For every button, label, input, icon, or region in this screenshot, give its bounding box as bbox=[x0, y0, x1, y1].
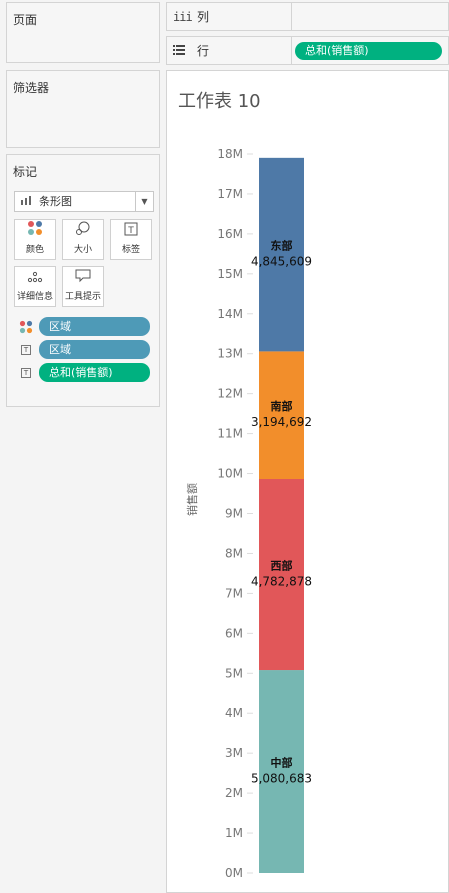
size-button-label: 大小 bbox=[73, 245, 92, 255]
tooltip-icon bbox=[63, 267, 103, 289]
pages-title: 页面 bbox=[13, 13, 38, 27]
bar-value-label: 4,782,878 bbox=[251, 575, 312, 589]
label-button-label: 标签 bbox=[121, 245, 140, 255]
y-tick-label: 6M bbox=[225, 626, 243, 640]
detail-icon bbox=[15, 267, 55, 289]
bar-region-label: 东部 bbox=[271, 239, 293, 253]
color-dots-icon bbox=[15, 220, 55, 242]
y-tick-label: 1M bbox=[225, 826, 243, 840]
y-tick-label: 17M bbox=[217, 187, 243, 201]
rows-label: 行 bbox=[197, 44, 210, 58]
y-tick-label: 11M bbox=[217, 427, 243, 441]
y-tick-label: 4M bbox=[225, 706, 243, 720]
columns-label: 列 bbox=[197, 10, 210, 24]
bar-chart-icon bbox=[21, 192, 33, 211]
y-tick-label: 16M bbox=[217, 227, 243, 241]
worksheet-view: 工作表 10 0M 1M 2M 3M 4M 5M 6M 7M 8M 9M 10M 11M 12M 13M 1… bbox=[166, 70, 449, 893]
columns-icon: iii bbox=[173, 9, 193, 24]
y-axis-label: 销售额 bbox=[185, 483, 199, 516]
y-tick-label: 14M bbox=[217, 307, 243, 321]
y-tick-label: 18M bbox=[217, 147, 243, 161]
encoding-label-row: T 总和(销售额) bbox=[19, 363, 155, 383]
encoding-color-row: 区域 bbox=[19, 317, 155, 337]
bar-chart: 0M 1M 2M 3M 4M 5M 6M 7M 8M 9M 10M 11M 12M 13M 14M 15M 16… bbox=[185, 147, 312, 880]
size-button[interactable]: 大小 bbox=[62, 219, 104, 260]
tooltip-button-label: 工具提示 bbox=[64, 292, 101, 302]
bar-region-label: 西部 bbox=[271, 559, 293, 573]
label-icon: T bbox=[21, 345, 31, 355]
mark-type-label: 条形图 bbox=[39, 195, 72, 208]
bar-region-label: 中部 bbox=[271, 756, 293, 770]
marks-title: 标记 bbox=[13, 165, 38, 179]
columns-shelf-label: iii 列 bbox=[167, 3, 292, 30]
y-tick-label: 7M bbox=[225, 586, 243, 600]
bar-value-label: 4,845,609 bbox=[251, 255, 312, 269]
encoding-pill[interactable]: 总和(销售额) bbox=[39, 363, 150, 382]
size-icon bbox=[63, 220, 103, 242]
encoding-label-row: T 区域 bbox=[19, 340, 155, 360]
columns-shelf[interactable]: iii 列 bbox=[166, 2, 449, 31]
label-icon: T bbox=[111, 220, 151, 242]
y-tick-label: 13M bbox=[217, 347, 243, 361]
color-button[interactable]: 颜色 bbox=[14, 219, 56, 260]
encoding-pill[interactable]: 区域 bbox=[39, 340, 150, 359]
rows-shelf[interactable]: 行 总和(销售额) bbox=[166, 36, 449, 65]
bar-value-label: 5,080,683 bbox=[251, 772, 312, 786]
color-button-label: 颜色 bbox=[25, 245, 44, 255]
y-tick-label: 2M bbox=[225, 786, 243, 800]
encoding-pill[interactable]: 区域 bbox=[39, 317, 150, 336]
marks-panel: 标记 条形图 ▼ 颜色 大小 T 标签 详细信息 工具提示 区域 T 区域 T … bbox=[6, 154, 160, 407]
bar-value-label: 3,194,692 bbox=[251, 415, 312, 429]
filters-title: 筛选器 bbox=[13, 81, 50, 95]
chevron-down-icon[interactable]: ▼ bbox=[135, 192, 153, 211]
rows-icon bbox=[173, 44, 187, 58]
svg-text:T: T bbox=[127, 226, 134, 236]
rows-pill[interactable]: 总和(销售额) bbox=[295, 42, 442, 60]
y-tick-label: 9M bbox=[225, 507, 243, 521]
label-icon: T bbox=[21, 368, 31, 378]
y-tick-label: 10M bbox=[217, 467, 243, 481]
y-tick-label: 12M bbox=[217, 387, 243, 401]
y-tick-label: 8M bbox=[225, 546, 243, 560]
filters-panel[interactable]: 筛选器 bbox=[6, 70, 160, 148]
label-button[interactable]: T 标签 bbox=[110, 219, 152, 260]
detail-button[interactable]: 详细信息 bbox=[14, 266, 56, 307]
mark-type-dropdown[interactable]: 条形图 ▼ bbox=[14, 191, 154, 212]
y-tick-label: 15M bbox=[217, 267, 243, 281]
y-tick-label: 5M bbox=[225, 666, 243, 680]
bar-region-label: 南部 bbox=[271, 399, 293, 413]
rows-shelf-label: 行 bbox=[167, 37, 292, 64]
y-tick-label: 0M bbox=[225, 866, 243, 880]
y-tick-label: 3M bbox=[225, 746, 243, 760]
pages-panel[interactable]: 页面 bbox=[6, 2, 160, 63]
tooltip-button[interactable]: 工具提示 bbox=[62, 266, 104, 307]
color-dots-icon bbox=[19, 320, 33, 334]
detail-button-label: 详细信息 bbox=[16, 292, 53, 302]
